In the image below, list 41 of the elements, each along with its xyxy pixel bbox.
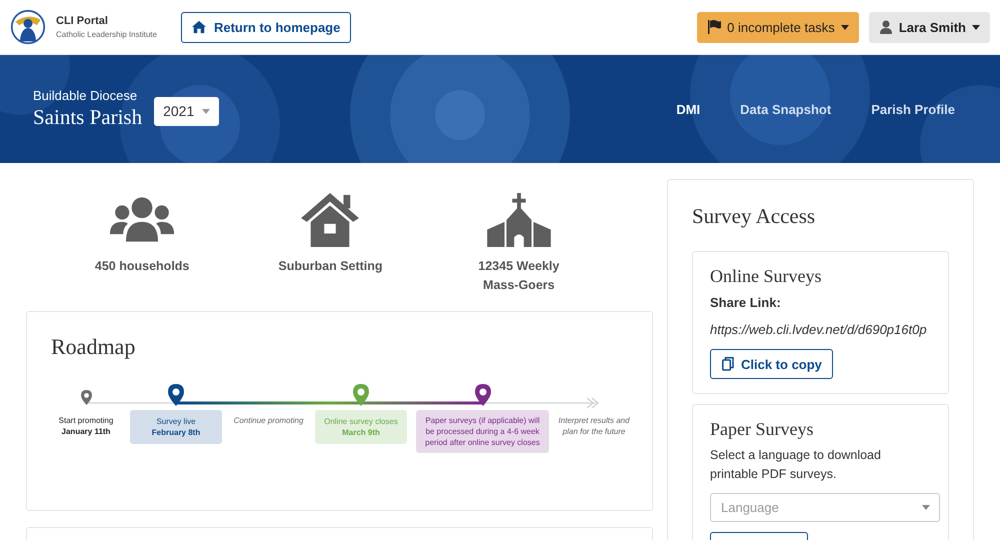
church-icon [486,193,552,247]
milestone-date: January 11th [62,426,110,437]
caret-icon [840,24,849,30]
roadmap-title: Roadmap [51,334,136,360]
card-title: Online Surveys [710,266,822,287]
user-menu-button[interactable]: Lara Smith [868,12,990,42]
copy-button[interactable]: Click to copy [710,349,833,379]
milestone-label: Survey live [156,416,196,427]
paper-description: Select a language to download printable PDF surveys. [710,447,882,483]
user-icon [878,20,893,34]
card-title: Paper Surveys [710,419,814,440]
year-select[interactable]: 2021 [154,96,220,126]
caret-icon [202,108,210,114]
diocese-name: Buildable Diocese [33,88,138,103]
milestone-label: Start promoting [58,415,114,426]
milestone-date: March 9th [342,427,380,438]
panel-title: Survey Access [692,204,816,229]
caret-icon [972,24,980,30]
share-link-label: Share Link: [710,295,781,310]
copy-icon [721,357,735,371]
nav-tab[interactable]: Parish Profile [871,102,955,116]
portal-title: CLI Portal [56,15,109,27]
milestone-note: Interpret results and plan for the future [558,415,630,437]
stat-label: Suburban Setting [278,258,383,275]
milestone-date: February 8th [152,427,200,438]
tasks-button[interactable]: 0 incomplete tasks [697,12,859,42]
milestone-label: Online survey closes [324,416,398,427]
milestone-note: Continue promoting [234,415,304,426]
language-select[interactable]: Language [710,493,940,522]
house-icon [192,20,206,34]
nav-tab[interactable]: DMI [676,102,700,116]
home-button[interactable]: Return to homepage [180,12,352,42]
caret-icon [922,505,930,510]
logo-icon [10,9,46,45]
milestone-label: Paper surveys (if applicable) will be processed during a 4-6 week period after online survey closes [424,415,541,448]
flag-icon [707,20,722,34]
stat-label: 12345 Weekly Mass-Goers [477,258,560,294]
nav-tab[interactable]: Data Snapshot [740,102,832,116]
portal-subtitle: Catholic Leadership Institute [56,30,157,39]
parish-name: Saints Parish [33,105,142,130]
stat-label: 450 households [94,258,190,275]
